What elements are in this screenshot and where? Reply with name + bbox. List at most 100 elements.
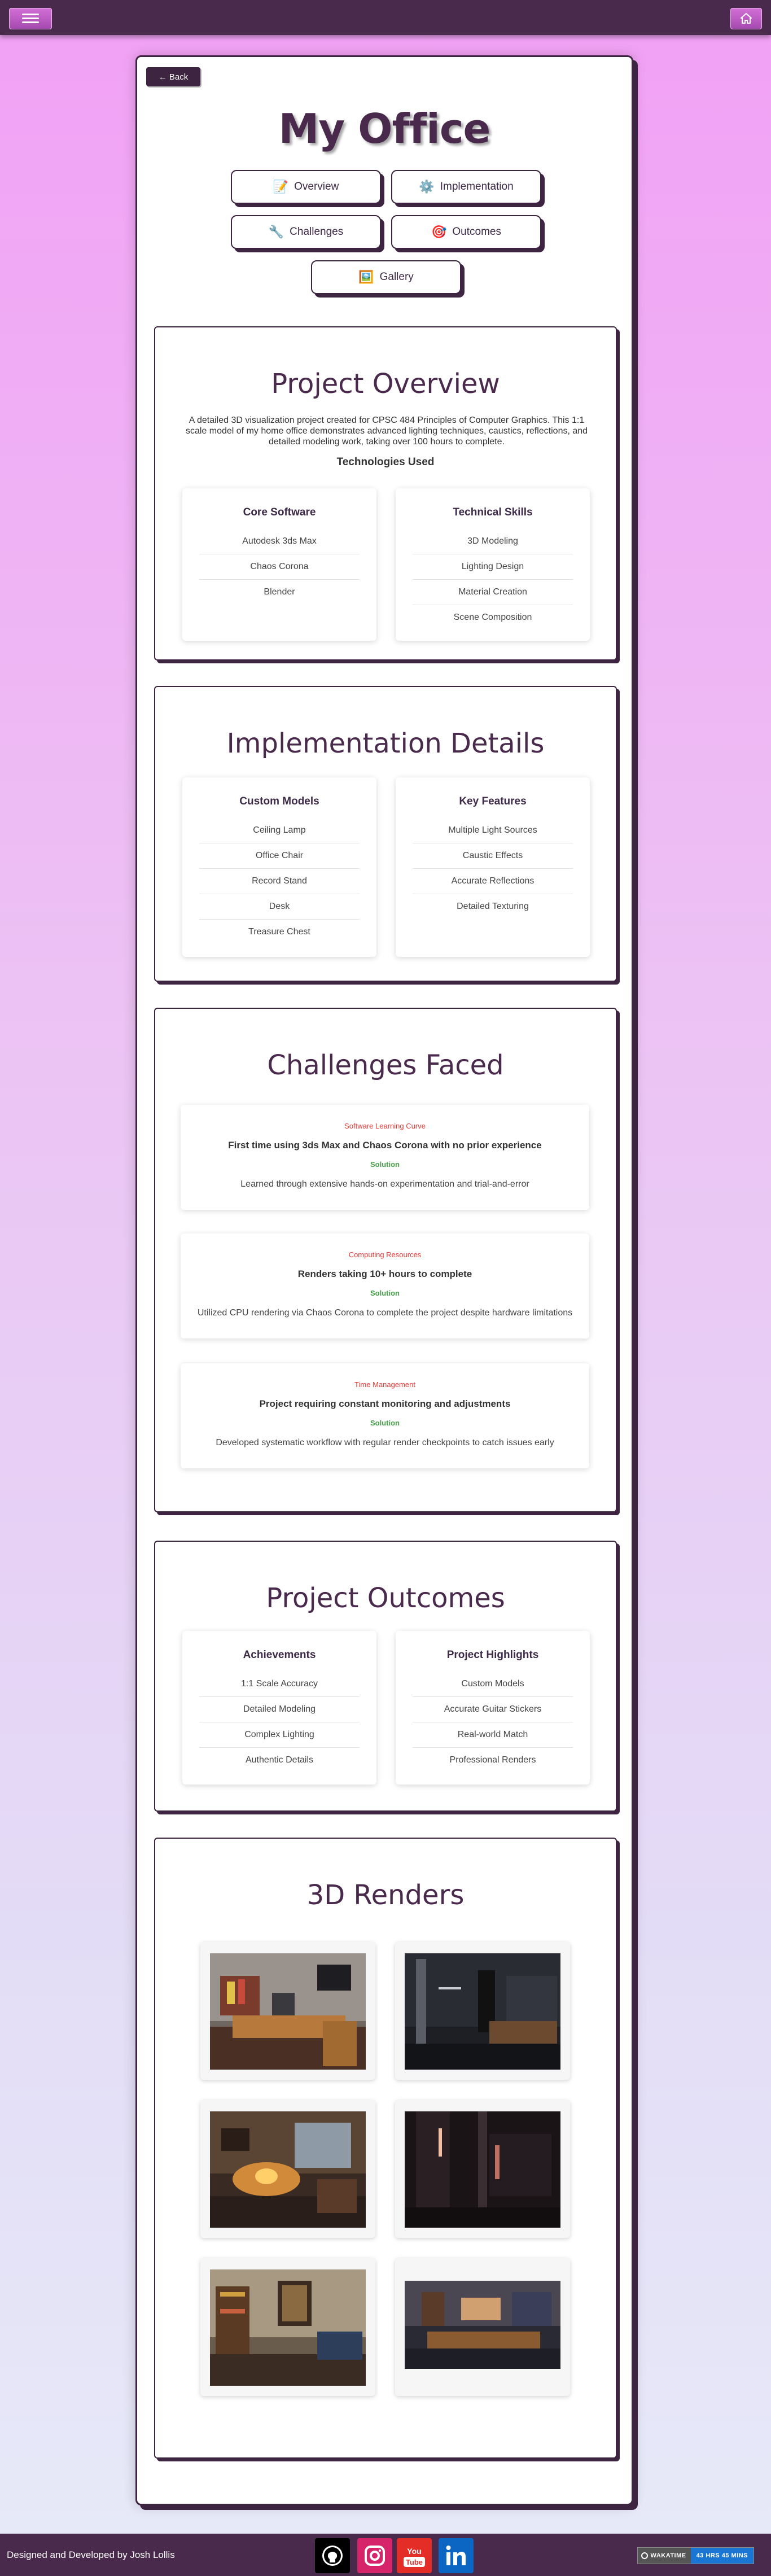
wakatime-icon bbox=[641, 2552, 648, 2559]
picture-icon: 🖼️ bbox=[358, 270, 374, 284]
project-highlights-card: Project Highlights Custom Models Accurat… bbox=[396, 1631, 590, 1785]
list-item: Record Stand bbox=[199, 869, 360, 894]
youtube-link[interactable]: You Tube bbox=[397, 2538, 432, 2573]
gallery-title: 3D Renders bbox=[306, 1879, 465, 1911]
wakatime-badge[interactable]: WAKATIME 43 HRS 45 MINS bbox=[637, 2547, 754, 2564]
github-link[interactable] bbox=[315, 2538, 350, 2573]
nav-overview-button[interactable]: 📝 Overview bbox=[231, 170, 381, 204]
outcomes-title: Project Outcomes bbox=[266, 1582, 505, 1614]
technologies-heading: Technologies Used bbox=[336, 456, 435, 468]
home-icon bbox=[741, 13, 752, 24]
nav-label: Implementation bbox=[440, 181, 514, 193]
nav-label: Challenges bbox=[290, 226, 344, 238]
linkedin-icon bbox=[439, 2538, 474, 2573]
card-title: Key Features bbox=[459, 795, 527, 807]
list-item: Material Creation bbox=[413, 580, 573, 605]
card-title: Custom Models bbox=[239, 795, 319, 807]
render-thumbnail[interactable] bbox=[395, 2258, 570, 2396]
list-item: Accurate Guitar Stickers bbox=[413, 1697, 573, 1722]
svg-text:You: You bbox=[407, 2547, 421, 2556]
list-item: Detailed Modeling bbox=[199, 1697, 360, 1722]
render-thumbnail[interactable] bbox=[200, 2258, 375, 2396]
list-item: Authentic Details bbox=[245, 1755, 314, 1765]
render-image bbox=[210, 2111, 366, 2228]
back-button[interactable]: ← Back bbox=[146, 67, 200, 86]
implementation-section: Implementation Details Custom Models Cei… bbox=[154, 686, 617, 982]
overview-section: Project Overview A detailed 3D visualiza… bbox=[154, 326, 617, 661]
list-item: 3D Modeling bbox=[413, 529, 573, 554]
list-item: Blender bbox=[264, 587, 295, 597]
youtube-icon: You Tube bbox=[397, 2538, 432, 2573]
home-button[interactable] bbox=[730, 8, 762, 29]
solution-label: Solution bbox=[370, 1160, 400, 1169]
challenge-card: Computing Resources Renders taking 10+ h… bbox=[181, 1234, 589, 1339]
challenge-solution: Developed systematic workflow with regul… bbox=[216, 1438, 554, 1447]
challenges-title: Challenges Faced bbox=[267, 1049, 504, 1081]
top-navbar bbox=[0, 0, 771, 35]
nav-implementation-button[interactable]: ⚙️ Implementation bbox=[391, 170, 541, 204]
svg-text:Tube: Tube bbox=[406, 2558, 423, 2566]
nav-label: Overview bbox=[294, 181, 339, 193]
list-item: Detailed Texturing bbox=[457, 902, 529, 911]
page-title: My Office bbox=[278, 105, 491, 152]
instagram-link[interactable] bbox=[357, 2538, 392, 2573]
gallery-section: 3D Renders bbox=[154, 1838, 617, 2459]
render-image bbox=[210, 1953, 366, 2070]
render-image bbox=[405, 1953, 560, 2070]
outcomes-section: Project Outcomes Achievements 1:1 Scale … bbox=[154, 1541, 617, 1812]
challenge-card: Time Management Project requiring consta… bbox=[181, 1363, 589, 1468]
card-title: Achievements bbox=[243, 1649, 316, 1661]
challenge-category: Software Learning Curve bbox=[344, 1122, 426, 1130]
challenge-solution: Learned through extensive hands-on exper… bbox=[240, 1179, 529, 1189]
overview-description: A detailed 3D visualization project crea… bbox=[185, 416, 588, 447]
challenge-category: Time Management bbox=[354, 1380, 415, 1389]
badge-label: WAKATIME bbox=[650, 2552, 686, 2559]
footer-credit: Designed and Developed by Josh Lollis bbox=[7, 2549, 175, 2560]
render-thumbnail[interactable] bbox=[395, 2100, 570, 2238]
footer: Designed and Developed by Josh Lollis Yo… bbox=[0, 2534, 771, 2576]
challenge-problem: Project requiring constant monitoring an… bbox=[259, 1398, 511, 1409]
challenge-problem: First time using 3ds Max and Chaos Coron… bbox=[228, 1140, 542, 1151]
nav-outcomes-button[interactable]: 🎯 Outcomes bbox=[391, 215, 541, 249]
list-item: Ceiling Lamp bbox=[199, 818, 360, 843]
list-item: Desk bbox=[199, 894, 360, 920]
memo-icon: 📝 bbox=[273, 180, 289, 194]
list-item: Professional Renders bbox=[449, 1755, 536, 1765]
challenge-card: Software Learning Curve First time using… bbox=[181, 1105, 589, 1210]
card-title: Technical Skills bbox=[453, 506, 533, 518]
gear-icon: ⚙️ bbox=[419, 180, 435, 194]
list-item: Treasure Chest bbox=[248, 927, 310, 937]
main-container: ← Back My Office 📝 Overview ⚙️ Implement… bbox=[135, 55, 633, 2505]
list-item: Multiple Light Sources bbox=[413, 818, 573, 843]
target-icon: 🎯 bbox=[431, 225, 447, 239]
list-item: 1:1 Scale Accuracy bbox=[199, 1672, 360, 1697]
list-item: Custom Models bbox=[413, 1672, 573, 1697]
render-thumbnail[interactable] bbox=[395, 1942, 570, 2080]
nav-label: Outcomes bbox=[452, 226, 501, 238]
list-item: Autodesk 3ds Max bbox=[199, 529, 360, 554]
achievements-card: Achievements 1:1 Scale Accuracy Detailed… bbox=[182, 1631, 376, 1785]
implementation-title: Implementation Details bbox=[226, 728, 545, 759]
technical-skills-card: Technical Skills 3D Modeling Lighting De… bbox=[396, 488, 590, 641]
wrench-icon: 🔧 bbox=[268, 225, 284, 239]
menu-button[interactable] bbox=[9, 8, 52, 29]
linkedin-link[interactable] bbox=[439, 2538, 474, 2573]
instagram-icon bbox=[357, 2538, 392, 2573]
render-thumbnail[interactable] bbox=[200, 1942, 375, 2080]
nav-label: Gallery bbox=[379, 271, 414, 283]
nav-gallery-button[interactable]: 🖼️ Gallery bbox=[311, 260, 461, 294]
solution-label: Solution bbox=[370, 1419, 400, 1427]
render-thumbnail[interactable] bbox=[200, 2100, 375, 2238]
nav-challenges-button[interactable]: 🔧 Challenges bbox=[231, 215, 381, 249]
challenge-problem: Renders taking 10+ hours to complete bbox=[297, 1269, 472, 1279]
challenge-solution: Utilized CPU rendering via Chaos Corona … bbox=[197, 1308, 573, 1318]
render-image bbox=[405, 2281, 560, 2369]
render-image bbox=[405, 2111, 560, 2228]
github-icon bbox=[315, 2538, 350, 2573]
list-item: Scene Composition bbox=[453, 613, 532, 622]
list-item: Lighting Design bbox=[413, 554, 573, 580]
overview-title: Project Overview bbox=[271, 368, 500, 400]
list-item: Caustic Effects bbox=[413, 843, 573, 869]
list-item: Real-world Match bbox=[413, 1722, 573, 1748]
solution-label: Solution bbox=[370, 1289, 400, 1297]
